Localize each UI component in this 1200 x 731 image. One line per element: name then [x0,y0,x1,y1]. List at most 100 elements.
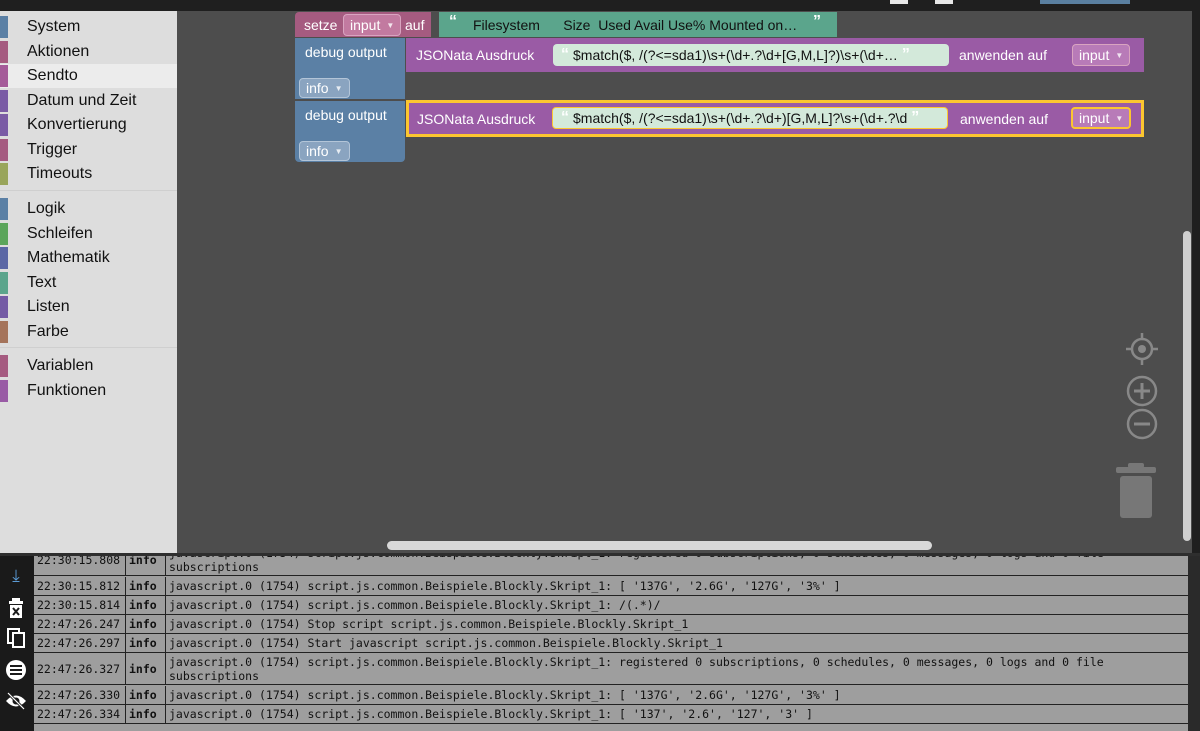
set-variable-dropdown[interactable]: input ▼ [343,14,402,36]
log-row: 22:30:15.812 info javascript.0 (1754) scri… [34,577,1188,596]
log-message: javascript.0 (1754) script.js.common.Bei… [169,707,813,721]
log-level: info [126,577,166,595]
jsonata-block-1[interactable]: JSONata Ausdruck “ $match($, /(?<=sda1)\… [406,38,1144,72]
log-level: info [126,556,166,575]
trash-icon[interactable] [1114,461,1158,521]
log-timestamp: 22:47:26.297 [34,634,126,652]
category-label: Schleifen [27,224,93,242]
set-label: setze [304,17,338,33]
chevron-down-icon: ▼ [334,83,343,93]
zoom-in-icon[interactable] [1126,375,1158,407]
log-row: 22:30:15.808infojavascript.0 (1754) scri… [34,556,1188,576]
toggle-view-icon[interactable] [4,658,28,682]
copy-icon[interactable] [4,626,28,650]
toolbox-category-text[interactable]: Text [0,271,177,295]
toolbar-button[interactable] [890,0,908,4]
zoom-out-icon[interactable] [1126,408,1158,440]
category-color-bar [0,138,8,161]
set-variable-name: input [350,17,381,33]
chevron-down-icon: ▼ [386,20,395,30]
category-color-bar [0,379,8,402]
apply-variable-dropdown-1[interactable]: input ▼ [1072,44,1131,66]
jsonata-block-2-selected[interactable]: JSONata Ausdruck “ $match($, /(?<=sda1)\… [406,100,1144,137]
scroll-down-icon[interactable]: ⤓ [4,564,28,588]
debug-output-block-2[interactable]: debug output info ▼ [295,101,405,162]
toolbox-category-datum-und-zeit[interactable]: Datum und Zeit [0,89,177,113]
category-color-bar [0,296,8,318]
log-row: 22:47:26.327 info javascript.0 (1754) scri… [34,653,1188,685]
category-label: System [27,18,81,35]
set-variable-block[interactable]: setze input ▼ auf [295,12,431,37]
quote-close-icon: ” [813,13,821,30]
log-message: javascript.0 (1754) script.js.common.Bei… [169,598,661,612]
jsonata-label: JSONata Ausdruck [417,111,536,127]
category-color-bar [0,163,8,185]
log-message: javascript.0 (1754) script.js.common.Bei… [169,688,841,702]
blockly-editor: System Aktionen Sendto Datum und Zeit Konver… [0,0,1200,731]
log-level: info [126,686,166,704]
apply-variable-dropdown-2[interactable]: input ▼ [1071,107,1132,129]
quote-open-icon: “ [561,46,569,63]
category-label: Konvertierung [27,116,127,133]
category-label: Farbe [27,322,69,340]
debug-level-value: info [306,80,329,96]
hide-icon[interactable] [4,689,28,713]
toolbox-category-schleifen[interactable]: Schleifen [0,222,177,246]
jsonata-expression-text: $match($, /(?<=sda1)\s+(\d+.?\d+[G,M,L]?… [573,47,898,63]
vertical-scrollbar[interactable] [1183,231,1191,541]
toolbox-category-logik[interactable]: Logik [0,197,177,221]
log-row: 22:30:15.814 info javascript.0 (1754) scri… [34,596,1188,615]
toolbar-button[interactable] [1040,0,1130,4]
log-row: 22:47:26.247 info javascript.0 (1754) Stop… [34,615,1188,634]
apply-label: anwenden auf [959,47,1047,63]
toolbox-category-sendto[interactable]: Sendto [0,64,177,88]
category-color-bar [0,222,8,245]
toolbox-category-aktionen[interactable]: Aktionen [0,40,177,64]
filesystem-text: Filesystem Size Used Avail Use% Mounted … [473,17,798,33]
toolbox-category-farbe[interactable]: Farbe [0,320,177,344]
debug-output-block-1[interactable]: debug output info ▼ [295,38,405,99]
log-level: info [126,634,166,652]
jsonata-expression-text: $match($, /(?<=sda1)\s+(\d+.?\d+)[G,M,L]… [573,110,908,126]
blockly-workspace[interactable]: setze input ▼ auf “ Filesystem Size Used … [177,11,1192,553]
apply-variable-name: input [1079,47,1110,63]
chevron-down-icon: ▼ [1115,113,1124,123]
log-timestamp: 22:47:26.330 [34,686,126,704]
category-color-bar [0,247,8,269]
log-scrollbar[interactable] [1188,556,1200,731]
recenter-icon[interactable] [1124,331,1160,367]
log-level: info [126,653,166,684]
quote-open-icon: “ [449,13,457,30]
clear-log-icon[interactable] [4,596,28,620]
log-timestamp: 22:47:26.334 [34,705,126,723]
debug-level-dropdown[interactable]: info ▼ [299,141,350,161]
category-label: Mathematik [27,249,110,266]
toolbox-category-mathematik[interactable]: Mathematik [0,246,177,270]
toolbox-category-funktionen[interactable]: Funktionen [0,379,177,403]
log-row: 22:47:26.334 info javascript.0 (1754) scri… [34,705,1188,724]
toolbox-category-system[interactable]: System [0,15,177,39]
toolbox-category-variablen[interactable]: Variablen [0,354,177,378]
toolbox-category-trigger[interactable]: Trigger [0,138,177,162]
log-timestamp: 22:47:26.247 [34,615,126,633]
text-block[interactable]: “ Filesystem Size Used Avail Use% Mounte… [439,12,837,37]
category-color-bar [0,271,8,294]
debug-level-dropdown[interactable]: info ▼ [299,78,350,98]
category-color-bar [0,355,8,377]
log-message: javascript.0 (1754) Start javascript scr… [169,636,723,650]
toolbar-button[interactable] [935,0,953,4]
top-toolbar [0,0,1200,11]
category-label: Sendto [27,67,78,84]
jsonata-expression-1[interactable]: “ $match($, /(?<=sda1)\s+(\d+.?\d+[G,M,L… [553,44,949,66]
horizontal-scrollbar[interactable] [387,541,932,550]
debug-output-label: debug output [305,107,387,123]
toolbox-category-konvertierung[interactable]: Konvertierung [0,113,177,137]
toolbox-category-timeouts[interactable]: Timeouts [0,162,177,186]
log-table: 22:30:15.808infojavascript.0 (1754) scri… [34,556,1188,731]
toolbox-category-listen[interactable]: Listen [0,295,177,319]
log-side-toolbar: ⤓ [0,556,34,731]
jsonata-expression-2[interactable]: “ $match($, /(?<=sda1)\s+(\d+.?\d+)[G,M,… [552,107,948,129]
category-color-bar [0,114,8,136]
chevron-down-icon: ▼ [334,146,343,156]
category-label: Trigger [27,140,78,158]
